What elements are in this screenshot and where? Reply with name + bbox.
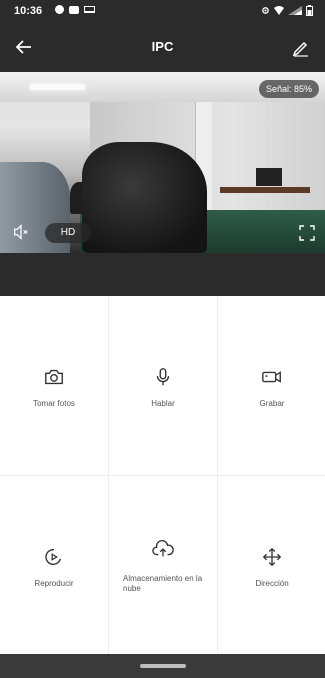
camera-icon bbox=[45, 369, 63, 385]
system-icons bbox=[261, 5, 313, 16]
playback-button[interactable]: Reproducir bbox=[0, 476, 108, 655]
video-record-icon bbox=[262, 371, 281, 383]
notification-icons bbox=[55, 5, 95, 14]
direction-button[interactable]: Dirección bbox=[218, 476, 325, 655]
signal-icon bbox=[288, 6, 302, 15]
playback-icon bbox=[45, 548, 62, 565]
fullscreen-icon[interactable] bbox=[299, 225, 315, 241]
battery-icon bbox=[306, 5, 313, 16]
cloud-storage-button[interactable]: Almacenamiento en la nube bbox=[109, 476, 217, 655]
record-label: Grabar bbox=[259, 399, 285, 408]
status-bar: 10:36 bbox=[0, 0, 325, 22]
notification-message-icon bbox=[69, 5, 79, 14]
video-ceiling-light bbox=[30, 84, 85, 90]
video-controls-band bbox=[0, 253, 325, 296]
location-icon bbox=[262, 7, 269, 14]
direction-label: Dirección bbox=[255, 579, 289, 588]
status-time: 10:36 bbox=[14, 5, 43, 17]
notification-laptop-icon bbox=[84, 6, 95, 13]
notification-circle-icon bbox=[55, 5, 64, 14]
page-title: IPC bbox=[151, 39, 174, 54]
signal-strength-badge: Señal: 85% bbox=[258, 80, 319, 98]
edit-pencil-icon[interactable] bbox=[289, 35, 313, 59]
speaker-mute-icon[interactable] bbox=[12, 223, 30, 241]
system-navigation-bar bbox=[0, 654, 325, 678]
playback-label: Reproducir bbox=[34, 579, 74, 588]
cloud-upload-icon bbox=[152, 539, 174, 557]
take-photo-button[interactable]: Tomar fotos bbox=[0, 296, 108, 475]
video-foreground-object bbox=[82, 142, 207, 253]
camera-live-view[interactable]: Señal: 85% HD bbox=[0, 72, 325, 253]
take-photo-label: Tomar fotos bbox=[33, 399, 75, 408]
app-bar: IPC bbox=[0, 22, 325, 72]
talk-button[interactable]: Hablar bbox=[109, 296, 217, 475]
video-desk bbox=[220, 187, 310, 193]
record-button[interactable]: Grabar bbox=[218, 296, 325, 475]
video-monitor bbox=[256, 168, 282, 186]
talk-label: Hablar bbox=[151, 399, 175, 408]
home-gesture-handle[interactable] bbox=[140, 664, 186, 668]
cloud-storage-label: Almacenamiento en la nube bbox=[123, 574, 203, 593]
quality-toggle-button[interactable]: HD bbox=[45, 223, 91, 243]
direction-arrows-icon bbox=[262, 547, 282, 567]
action-grid: Tomar fotos Hablar Grabar Reproducir Alm… bbox=[0, 296, 325, 654]
wifi-icon bbox=[274, 6, 284, 15]
microphone-icon bbox=[156, 368, 170, 386]
